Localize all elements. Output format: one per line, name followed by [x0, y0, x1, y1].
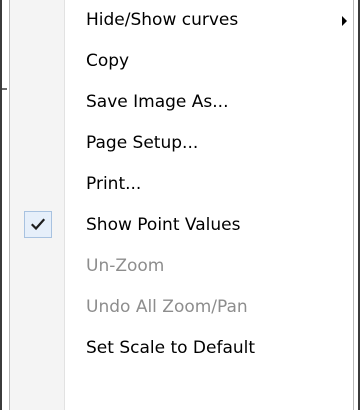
- background-window-edge-left: [0, 0, 2, 410]
- checkmark-glyph: [31, 218, 45, 231]
- menu-item-page-setup[interactable]: Page Setup...: [10, 123, 353, 164]
- menu-item-label: Undo All Zoom/Pan: [86, 297, 248, 317]
- checkmark-icon: [24, 211, 52, 238]
- menu-item-label: Save Image As...: [86, 92, 229, 112]
- background-window-edge-tick: [2, 88, 7, 90]
- menu-item-copy[interactable]: Copy: [10, 41, 353, 82]
- menu-item-label: Un-Zoom: [86, 256, 165, 276]
- menu-item-label: Set Scale to Default: [86, 338, 256, 358]
- menu-item-un-zoom[interactable]: Un-Zoom: [10, 246, 353, 287]
- context-menu: Hide/Show curves Copy Save Image As... P…: [9, 0, 354, 410]
- menu-item-label: Print...: [86, 174, 142, 194]
- menu-item-set-scale-to-default[interactable]: Set Scale to Default: [10, 328, 353, 369]
- menu-item-label: Hide/Show curves: [86, 10, 239, 30]
- menu-item-label: Page Setup...: [86, 133, 199, 153]
- menu-item-print[interactable]: Print...: [10, 164, 353, 205]
- menu-item-label: Show Point Values: [86, 215, 241, 235]
- menu-item-show-point-values[interactable]: Show Point Values: [10, 205, 353, 246]
- menu-items: Hide/Show curves Copy Save Image As... P…: [10, 0, 353, 369]
- menu-item-save-image-as[interactable]: Save Image As...: [10, 82, 353, 123]
- menu-item-undo-all-zoom-pan[interactable]: Undo All Zoom/Pan: [10, 287, 353, 328]
- chevron-right-icon: [342, 16, 347, 26]
- menu-item-hide-show-curves[interactable]: Hide/Show curves: [10, 0, 353, 41]
- menu-item-label: Copy: [86, 51, 130, 71]
- screenshot-frame: Hide/Show curves Copy Save Image As... P…: [0, 0, 360, 410]
